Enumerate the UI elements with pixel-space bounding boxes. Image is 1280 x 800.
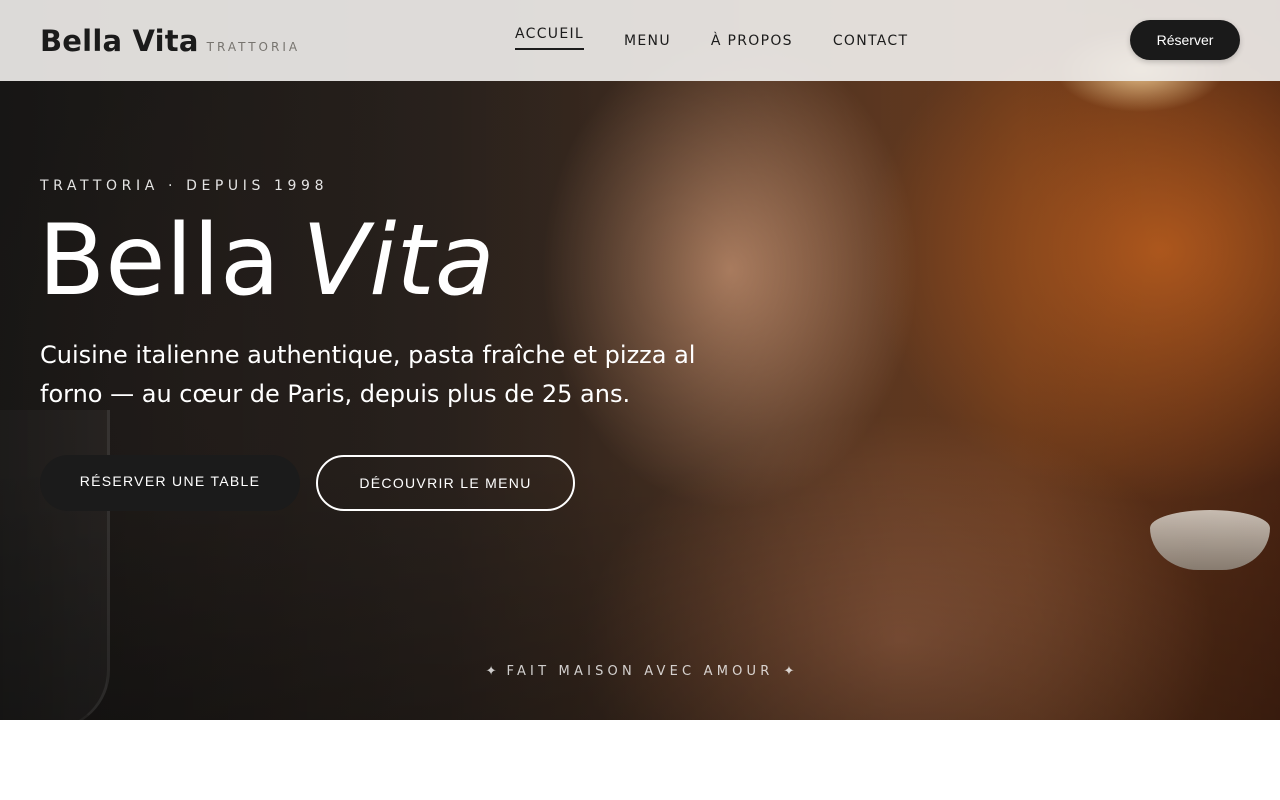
discover-menu-button[interactable]: DÉCOUVRIR LE MENU: [316, 455, 575, 511]
reserve-button[interactable]: Réserver: [1130, 20, 1240, 60]
nav-item-contact[interactable]: CONTACT: [833, 33, 909, 49]
hero-tagline: ✦ FAIT MAISON AVEC AMOUR ✦: [0, 664, 1280, 679]
nav-item-accueil[interactable]: ACCUEIL: [515, 26, 585, 50]
sparkle-icon: ✦: [485, 664, 497, 679]
hero-eyebrow: TRATTORIA · DEPUIS 1998: [40, 178, 329, 194]
brand-logo[interactable]: Bella Vita TRATTORIA: [40, 24, 300, 58]
main-navigation: ACCUEIL MENU À PROPOS CONTACT: [515, 0, 908, 81]
hero-title: Bella Vita: [38, 207, 495, 316]
hero-title-italic: Vita: [302, 204, 495, 318]
nav-item-a-propos[interactable]: À PROPOS: [711, 33, 793, 49]
tagline-text: FAIT MAISON AVEC AMOUR: [506, 664, 774, 679]
reserve-table-button[interactable]: RÉSERVER UNE TABLE: [40, 455, 300, 511]
brand-tagline: TRATTORIA: [206, 39, 301, 54]
sparkle-icon: ✦: [783, 664, 795, 679]
nav-item-menu[interactable]: MENU: [624, 33, 671, 49]
brand-name: Bella Vita: [40, 23, 199, 58]
site-header: Bella Vita TRATTORIA ACCUEIL MENU À PROP…: [0, 0, 1280, 81]
hero-title-main: Bella: [38, 204, 281, 318]
hero-description: Cuisine italienne authentique, pasta fra…: [40, 341, 696, 408]
